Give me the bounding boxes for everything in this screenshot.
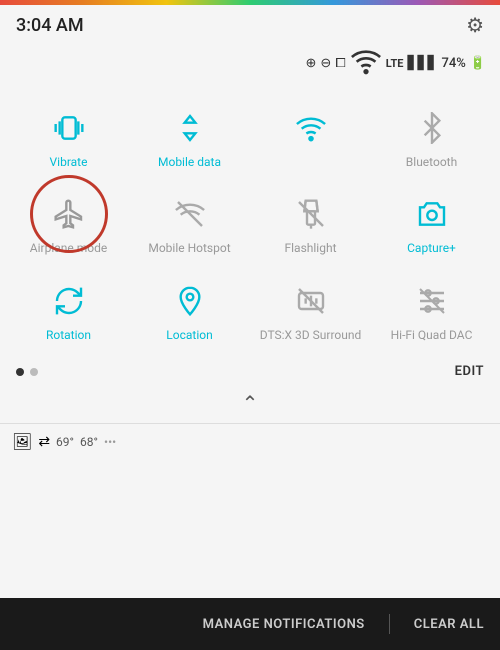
bluetooth-label: Bluetooth [406, 155, 457, 169]
page-dots [16, 368, 38, 376]
hifi-icon [416, 285, 448, 317]
rotation-icon-wrap [46, 278, 92, 324]
pagination-row: EDIT [0, 354, 500, 385]
status-bar: 3:04 AM ⚙ [0, 5, 500, 43]
temp-high: 69° [56, 435, 74, 449]
plus-circle-icon: ⊕ [306, 56, 317, 71]
capture-icon-wrap [409, 191, 455, 237]
tile-vibrate[interactable]: Vibrate [14, 95, 124, 177]
manage-notifications-button[interactable]: MANAGE NOTIFICATIONS [203, 617, 365, 632]
tile-rotation[interactable]: Rotation [14, 268, 124, 350]
battery-percent: 74% [441, 56, 465, 71]
tile-bluetooth[interactable]: Bluetooth [377, 95, 487, 177]
location-icon-wrap [167, 278, 213, 324]
vibrate-icon-wrap [46, 105, 92, 151]
chevron-row: ⌃ [0, 385, 500, 423]
image-icon: 🖼 [12, 432, 32, 451]
page-dot-1[interactable] [16, 368, 24, 376]
flashlight-icon-wrap [288, 191, 334, 237]
dts-icon [295, 285, 327, 317]
tile-mobile-data[interactable]: Mobile data [135, 95, 245, 177]
tile-hotspot[interactable]: Mobile Hotspot [135, 181, 245, 263]
vibrate-icon [53, 112, 85, 144]
location-icon [174, 285, 206, 317]
clear-all-button[interactable]: CLEAR ALL [414, 617, 484, 632]
rotation-label: Rotation [46, 328, 91, 342]
status-icons-row: ⊕ ⊖ ⧠ LTE ▋▋▋ 74% 🔋 [0, 43, 500, 87]
hifi-icon-wrap [409, 278, 455, 324]
chevron-up-icon[interactable]: ⌃ [242, 391, 259, 415]
bluetooth-icon-wrap [409, 105, 455, 151]
tile-capture[interactable]: Capture+ [377, 181, 487, 263]
capture-icon [416, 198, 448, 230]
flashlight-icon [295, 198, 327, 230]
wifi-status-icon [350, 45, 382, 81]
tile-location[interactable]: Location [135, 268, 245, 350]
temp-low: 68° [80, 435, 98, 449]
vibrate-label: Vibrate [50, 155, 88, 169]
edit-button[interactable]: EDIT [455, 364, 484, 379]
airplane-icon [53, 198, 85, 230]
signal-icon: ▋▋▋ [407, 56, 437, 71]
capture-label: Capture+ [407, 241, 456, 255]
dts-label: DTS:X 3D Surround [260, 328, 362, 342]
airplane-icon-wrap [46, 191, 92, 237]
hotspot-label: Mobile Hotspot [148, 241, 230, 255]
notification-bar: 🖼 ⇄ 69° 68° ••• [0, 424, 500, 459]
qs-row-1: Vibrate Mobile data [8, 95, 492, 177]
qs-row-3: Rotation Location DTS:X 3 [8, 268, 492, 350]
tile-hifi[interactable]: Hi-Fi Quad DAC [377, 268, 487, 350]
rotation-icon [53, 285, 85, 317]
tile-airplane[interactable]: Airplane mode [14, 181, 124, 263]
tile-flashlight[interactable]: Flashlight [256, 181, 366, 263]
minus-circle-icon: ⊖ [320, 56, 331, 71]
settings-icon[interactable]: ⚙ [466, 13, 484, 37]
ellipsis: ••• [104, 435, 116, 449]
battery-icon: 🔋 [470, 56, 486, 71]
mobile-data-icon [174, 112, 206, 144]
footer-divider [389, 614, 390, 634]
tile-dts[interactable]: DTS:X 3D Surround [256, 268, 366, 350]
wifi-icon-wrap [288, 105, 334, 151]
location-label: Location [166, 328, 212, 342]
flashlight-label: Flashlight [285, 241, 337, 255]
lte-icon: LTE [386, 57, 404, 70]
bluetooth-icon [416, 112, 448, 144]
qs-row-2: Airplane mode Mobile Hotspot [8, 181, 492, 263]
quick-settings-panel: Vibrate Mobile data [0, 87, 500, 350]
dts-icon-wrap [288, 278, 334, 324]
mobile-data-icon-wrap [167, 105, 213, 151]
hifi-label: Hi-Fi Quad DAC [391, 328, 473, 342]
mobile-data-label: Mobile data [158, 155, 221, 169]
page-dot-2[interactable] [30, 368, 38, 376]
wifi-icon [295, 112, 327, 144]
tile-wifi[interactable] [256, 95, 366, 177]
status-time: 3:04 AM [16, 15, 84, 36]
notif-icons: 🖼 ⇄ 69° 68° ••• [12, 432, 116, 451]
hotspot-icon [174, 198, 206, 230]
battery-save-icon: ⧠ [335, 56, 345, 71]
hotspot-icon-wrap [167, 191, 213, 237]
footer: MANAGE NOTIFICATIONS CLEAR ALL [0, 598, 500, 650]
sync-icon: ⇄ [38, 434, 50, 450]
